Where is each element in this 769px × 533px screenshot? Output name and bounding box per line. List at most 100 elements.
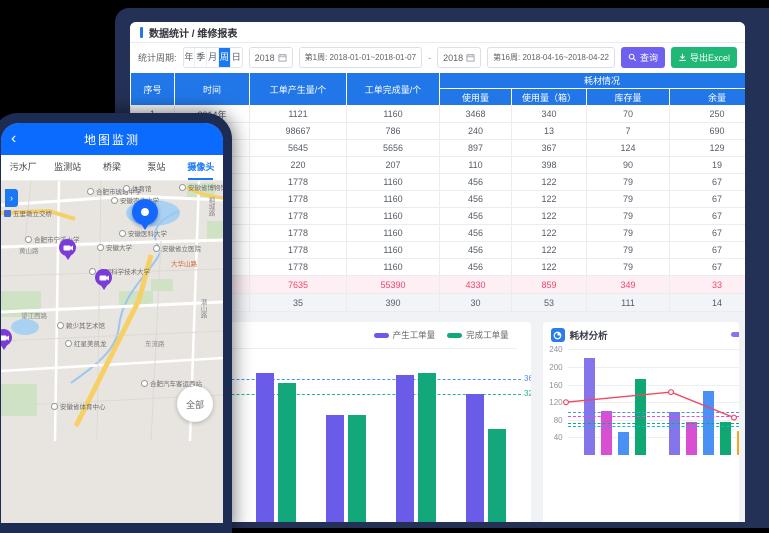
table-cell: 1160	[347, 225, 440, 242]
legend-item[interactable]: 产生工单量	[374, 329, 436, 341]
consumables-bar	[669, 412, 680, 455]
y-gridline	[568, 349, 739, 350]
table-cell: 124	[587, 140, 670, 157]
query-button[interactable]: 查询	[621, 47, 665, 68]
poi-icon	[119, 230, 126, 237]
table-cell: 1121	[250, 106, 347, 123]
phone-tab-泵站[interactable]: 泵站	[134, 155, 178, 180]
table-cell: 1160	[347, 242, 440, 259]
selected-location-marker[interactable]	[132, 199, 158, 225]
table-cell: 33	[670, 276, 746, 294]
map-label-text: 潜山路	[197, 299, 207, 319]
table-cell: 456	[440, 191, 512, 208]
legend-label: 产生工单量	[393, 329, 436, 341]
table-cell: 220	[250, 157, 347, 174]
table-cell: 98667	[250, 123, 347, 140]
phone-tab-桥梁[interactable]: 桥梁	[90, 155, 134, 180]
poi-icon	[111, 197, 118, 204]
table-cell: 1778	[250, 191, 347, 208]
table-cell: 19	[670, 157, 746, 174]
period-segment: 年季月周日	[183, 47, 243, 68]
table-cell: 122	[512, 242, 587, 259]
table-cell: 13	[512, 123, 587, 140]
work-orders-bar	[256, 373, 274, 523]
year-end-value: 2018	[443, 53, 463, 63]
y-axis-tick: 80	[545, 416, 563, 425]
consumables-bar	[618, 432, 629, 455]
table-cell: 53	[512, 294, 587, 312]
breadcrumb-bar: 数据统计 / 维修报表	[130, 22, 745, 43]
table-cell: 349	[587, 276, 670, 294]
legend-swatch	[447, 333, 462, 338]
table-cell: 122	[512, 174, 587, 191]
header-row-1: 序号时间工单产生量/个工单完成量/个耗材情况	[131, 73, 746, 89]
table-cell: 55390	[347, 276, 440, 294]
sub-column-header: 库存量	[587, 89, 670, 106]
consumables-chart-title: 耗材分析	[570, 328, 608, 342]
legend-swatch	[374, 333, 389, 338]
map-label: 安徽省立医院	[153, 243, 201, 253]
table-cell: 67	[670, 259, 746, 276]
table-cell: 35	[250, 294, 347, 312]
consumables-legend-swatch[interactable]	[731, 332, 739, 337]
week-start-field[interactable]: 第1周: 2018-01-01~2018-01-07	[299, 47, 422, 68]
consumables-reference-line	[568, 412, 739, 413]
table-cell: 456	[440, 174, 512, 191]
map-label: 大华山路	[171, 258, 197, 268]
all-filter-button[interactable]: 全部	[177, 386, 213, 422]
poi-icon	[179, 184, 186, 191]
map-label-text: 体育馆	[132, 183, 152, 193]
map-label: 潜山路	[197, 299, 207, 319]
table-header: 序号时间工单产生量/个工单完成量/个耗材情况使用量使用量（箱）库存量余量	[131, 73, 746, 106]
column-header: 工单产生量/个	[250, 73, 347, 106]
work-orders-bar	[488, 429, 506, 522]
export-label: 导出Excel	[690, 51, 730, 64]
y-axis-tick: 200	[545, 363, 563, 372]
table-cell: 1778	[250, 208, 347, 225]
map-expander-button[interactable]: ›	[5, 189, 18, 207]
table-cell: 1160	[347, 191, 440, 208]
poi-icon	[57, 322, 64, 329]
legend-item[interactable]: 完成工单量	[447, 329, 509, 341]
table-cell: 3468	[440, 106, 512, 123]
chart-icon	[551, 328, 565, 342]
map-view[interactable]: › 全部 合肥市琥珀中学体育馆安徽省博物馆安徽农业大学桐城路五里墩立交桥合肥市宁…	[1, 181, 223, 523]
map-label: 安徽大学	[97, 242, 132, 252]
export-excel-button[interactable]: 导出Excel	[671, 47, 737, 68]
year-end-select[interactable]: 2018	[437, 47, 481, 68]
period-option-日[interactable]: 日	[230, 48, 242, 67]
table-cell: 340	[512, 106, 587, 123]
table-cell: 14	[670, 294, 746, 312]
phone-tab-监测站[interactable]: 监测站	[45, 155, 89, 180]
table-cell: 1160	[347, 106, 440, 123]
table-cell: 1160	[347, 208, 440, 225]
table-cell: 30	[440, 294, 512, 312]
table-cell: 129	[670, 140, 746, 157]
work-orders-bar	[348, 415, 366, 523]
period-option-年[interactable]: 年	[184, 48, 195, 67]
period-option-季[interactable]: 季	[194, 48, 206, 67]
period-option-月[interactable]: 月	[206, 48, 218, 67]
consumables-reference-line	[568, 426, 739, 427]
camera-marker-icon[interactable]	[95, 269, 112, 286]
year-start-select[interactable]: 2018	[249, 47, 293, 68]
y-axis-tick: 40	[545, 433, 563, 442]
week-end-field[interactable]: 第16周: 2018-04-16~2018-04-22	[487, 47, 615, 68]
phone-tab-摄像头[interactable]: 摄像头	[179, 155, 223, 180]
table-cell: 122	[512, 259, 587, 276]
table-cell: 859	[512, 276, 587, 294]
table-cell: 456	[440, 242, 512, 259]
table-cell: 1778	[250, 242, 347, 259]
sub-column-header: 使用量（箱）	[512, 89, 587, 106]
poi-icon	[51, 403, 58, 410]
camera-marker-icon[interactable]	[59, 239, 76, 256]
phone-tab-label: 摄像头	[187, 162, 214, 172]
table-cell: 4330	[440, 276, 512, 294]
phone-tab-label: 污水厂	[10, 162, 37, 172]
table-cell: 1778	[250, 174, 347, 191]
phone-tab-污水厂[interactable]: 污水厂	[1, 155, 45, 180]
poi-icon	[141, 380, 148, 387]
period-option-周[interactable]: 周	[218, 48, 230, 67]
y-axis-tick: 160	[545, 381, 563, 390]
filter-bar: 统计周期: 年季月周日 2018 第1周: 2018-01-01~2018-01…	[130, 43, 745, 72]
